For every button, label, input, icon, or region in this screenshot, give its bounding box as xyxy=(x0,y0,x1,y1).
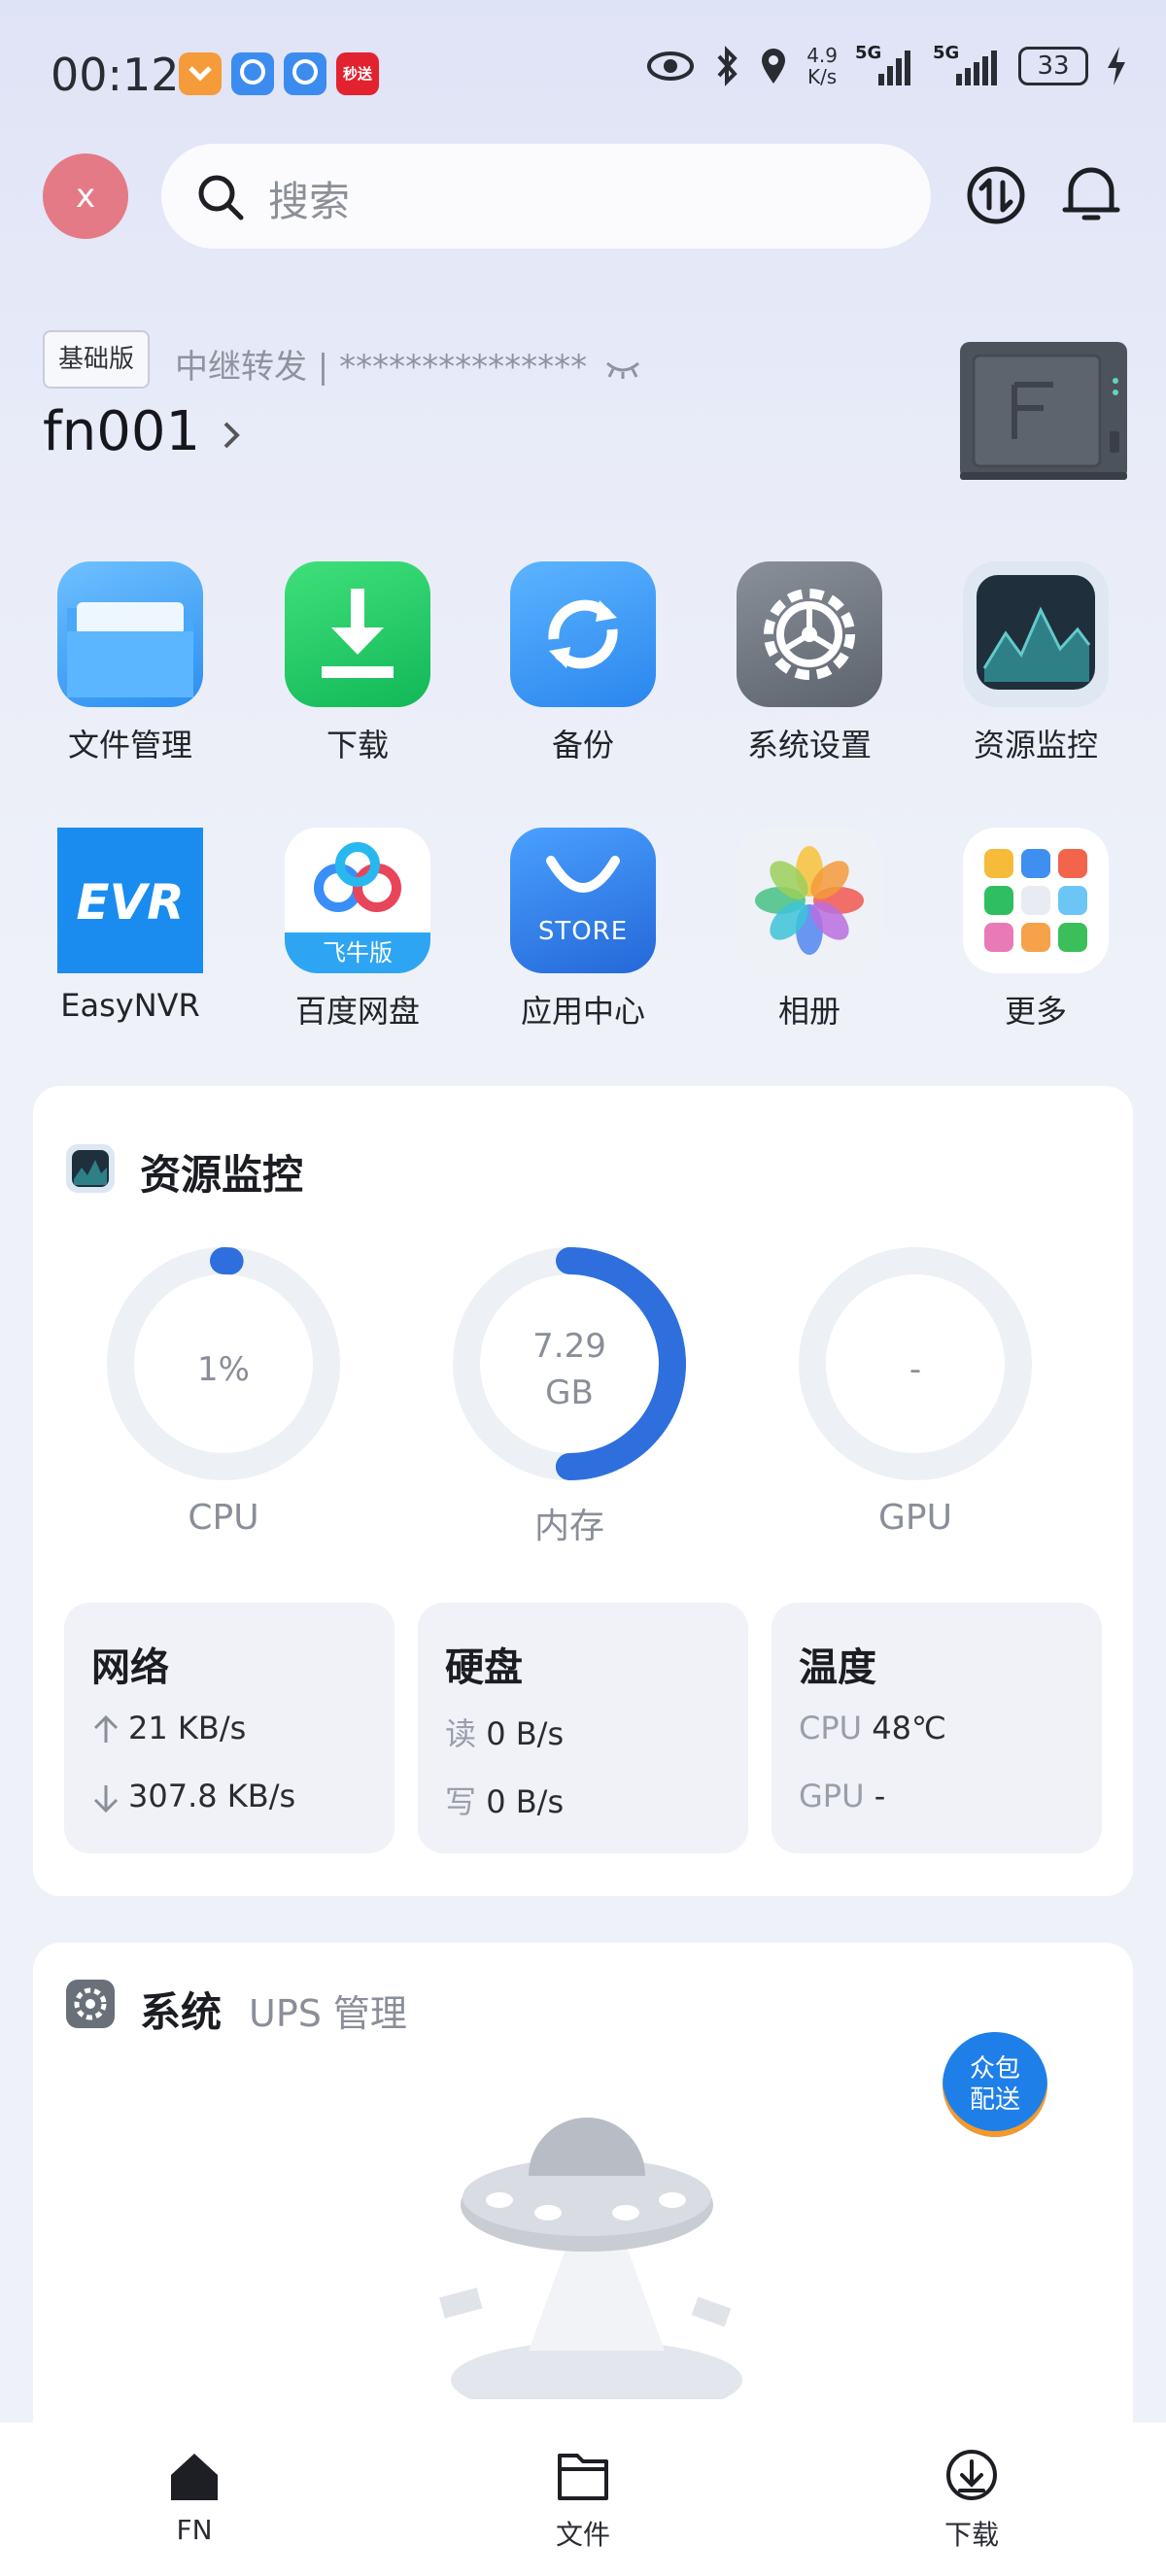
status-time: 00:12 xyxy=(51,49,180,101)
network-stat[interactable]: 网络 21 KB/s 307.8 KB/s xyxy=(64,1603,394,1853)
disk-stat[interactable]: 硬盘 读 0 B/s 写 0 B/s xyxy=(418,1603,748,1853)
arrow-down-icon xyxy=(93,1785,119,1813)
status-indicators: 4.9 K/s 5G 5G 33 xyxy=(645,43,1127,88)
store-icon: STORE xyxy=(510,828,656,973)
cpu-gauge-value: 1% xyxy=(197,1350,250,1389)
system-title: 系统 xyxy=(140,1988,223,2036)
gpu-gauge-value: - xyxy=(909,1350,922,1389)
folder-icon xyxy=(57,561,203,707)
network-upload: 21 KB/s xyxy=(128,1710,247,1746)
backup-icon xyxy=(510,561,656,707)
memory-gauge-label: 内存 xyxy=(533,1507,604,1546)
cpu-temperature: 48℃ xyxy=(872,1710,946,1746)
nav-download[interactable]: 下载 xyxy=(874,2448,1069,2553)
easynvr-icon: EVR xyxy=(57,828,203,973)
arrow-up-icon xyxy=(93,1714,119,1743)
folder-outline-icon xyxy=(558,2454,608,2500)
crowd-delivery-badge[interactable]: 众包 配送 xyxy=(943,2032,1047,2137)
edition-badge: 基础版 xyxy=(43,330,151,389)
gear-icon xyxy=(66,1980,115,2028)
search-icon xyxy=(198,175,244,220)
resource-monitor-title: 资源监控 xyxy=(140,1151,304,1199)
status-app-icon: 秒送 xyxy=(336,52,379,95)
avatar[interactable]: x xyxy=(43,153,128,239)
resource-monitor-card[interactable]: 资源监控 1% 7.29 GB - CPU 内存 GPU 网络 21 KB/s … xyxy=(33,1086,1133,1896)
cpu-gauge-label: CPU xyxy=(188,1498,259,1538)
app-resource-monitor[interactable]: 资源监控 xyxy=(939,561,1133,765)
app-store[interactable]: STORE 应用中心 xyxy=(486,828,680,1032)
nas-device-image xyxy=(960,342,1127,480)
status-app-icon xyxy=(231,52,274,95)
device-name[interactable]: fn001 xyxy=(43,400,247,463)
baidu-netdisk-icon: 飞牛版 xyxy=(285,828,430,973)
more-icon xyxy=(963,828,1109,973)
system-card[interactable]: 系统 UPS 管理 众包 配送 xyxy=(33,1943,1133,2448)
app-more[interactable]: 更多 xyxy=(939,828,1133,1032)
battery-indicator: 33 xyxy=(1018,47,1088,85)
network-download: 307.8 KB/s xyxy=(128,1778,296,1814)
gear-icon xyxy=(737,561,882,707)
monitor-icon xyxy=(66,1144,115,1193)
app-backup[interactable]: 备份 xyxy=(486,561,680,765)
ups-management-link[interactable]: UPS 管理 xyxy=(249,1983,407,2037)
photos-icon xyxy=(737,828,882,973)
app-easynvr[interactable]: EVR EasyNVR xyxy=(33,828,227,1024)
location-icon xyxy=(762,49,786,84)
status-bar: 00:12 秒送 4.9 K/s 5G 5G 33 xyxy=(0,39,1166,107)
home-icon xyxy=(171,2454,218,2500)
eye-icon xyxy=(647,51,695,81)
empty-ufo-illustration xyxy=(439,2118,742,2399)
status-app-icon xyxy=(179,52,222,95)
cloud-download-icon xyxy=(946,2450,997,2500)
disk-write: 0 B/s xyxy=(486,1783,565,1820)
app-download[interactable]: 下载 xyxy=(260,561,455,765)
bottom-nav: FN 文件 下载 xyxy=(0,2423,1166,2576)
app-photos[interactable]: 相册 xyxy=(712,828,907,1032)
net-speed: 4.9 K/s xyxy=(806,44,838,88)
gpu-temperature: - xyxy=(874,1778,886,1814)
bluetooth-icon xyxy=(717,46,737,86)
app-baidu-netdisk[interactable]: 飞牛版 百度网盘 xyxy=(260,828,455,1032)
nav-files[interactable]: 文件 xyxy=(486,2448,680,2553)
temperature-stat[interactable]: 温度 CPU 48℃ GPU - xyxy=(772,1603,1102,1853)
monitor-icon xyxy=(963,561,1109,707)
app-file-manager[interactable]: 文件管理 xyxy=(33,561,227,765)
eye-closed-icon[interactable] xyxy=(603,357,642,381)
chevron-right-icon xyxy=(223,422,240,449)
signal-icon: 5G xyxy=(855,43,915,87)
sync-transfer-icon[interactable] xyxy=(962,161,1030,229)
nav-fn[interactable]: FN xyxy=(97,2448,292,2546)
search-placeholder: 搜索 xyxy=(268,178,351,225)
download-icon xyxy=(285,561,430,707)
relay-status: 中继转发 | *************** xyxy=(175,340,642,388)
signal-icon: 5G xyxy=(933,43,1001,87)
bell-icon[interactable] xyxy=(1057,159,1125,227)
app-system-settings[interactable]: 系统设置 xyxy=(712,561,907,765)
disk-read: 0 B/s xyxy=(486,1715,565,1752)
search-bar[interactable]: 搜索 xyxy=(161,144,931,249)
charging-icon xyxy=(1108,47,1125,85)
memory-gauge-value: 7.29 GB xyxy=(532,1327,606,1412)
gpu-gauge-label: GPU xyxy=(878,1498,952,1538)
status-app-icon xyxy=(284,52,326,95)
